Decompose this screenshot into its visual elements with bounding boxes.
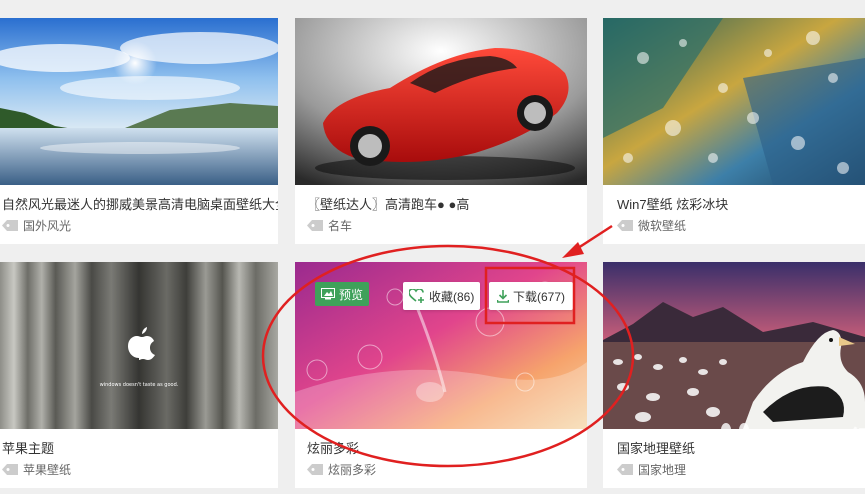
wallpaper-title[interactable]: Win7壁纸 炫彩冰块 <box>617 194 728 213</box>
wallpaper-tag[interactable]: 苹果壁纸 <box>2 461 71 478</box>
wallpaper-title[interactable]: 自然风光最迷人的挪威美景高清电脑桌面壁纸大全 <box>2 194 278 213</box>
wallpaper-tag-label: 国外风光 <box>23 219 72 233</box>
wallpaper-tag-label: 微软壁纸 <box>638 219 687 233</box>
wallpaper-thumbnail[interactable] <box>295 18 587 185</box>
wallpaper-tag-label: 苹果壁纸 <box>23 463 72 477</box>
tag-icon <box>617 464 633 475</box>
download-label: 下载(677) <box>513 289 566 304</box>
wallpaper-thumbnail[interactable] <box>0 18 278 185</box>
watermark-url: jingyan.baidu.com <box>774 458 865 472</box>
favorite-label: 收藏(86) <box>429 289 475 304</box>
paw-icon <box>715 423 756 461</box>
heart-plus-icon <box>409 289 424 303</box>
wallpaper-tag[interactable]: 微软壁纸 <box>617 217 686 234</box>
baidu-jingyan-watermark: Baidu 经验 jingyan.baidu.com <box>712 418 865 488</box>
wallpaper-tag[interactable]: 国家地理 <box>617 461 686 478</box>
wallpaper-thumbnail[interactable]: windows doesn't taste as good. <box>0 262 278 429</box>
wallpaper-tag[interactable]: 国外风光 <box>2 217 71 234</box>
wallpaper-thumbnail[interactable] <box>603 262 865 429</box>
preview-button[interactable]: 预览 <box>315 282 370 306</box>
wallpaper-thumbnail[interactable]: 预览 收藏(86) 下载(677) <box>295 262 587 429</box>
wallpaper-tag-label: 名车 <box>328 219 353 233</box>
thumbnail-caption: windows doesn't taste as good. <box>100 382 179 388</box>
wallpaper-card[interactable]: 预览 收藏(86) 下载(677) 炫丽多彩 炫丽多彩 <box>295 262 587 488</box>
wallpaper-card[interactable]: 〖壁纸达人〗高清跑车● ●高 名车 <box>295 18 587 244</box>
preview-label: 预览 <box>339 287 364 302</box>
monitor-icon <box>321 288 335 300</box>
annotation-arrowhead <box>562 242 584 258</box>
watermark-brand: Baidu 经验 <box>758 425 865 455</box>
tag-icon <box>307 464 323 475</box>
wallpaper-tag-label: 炫丽多彩 <box>328 463 377 477</box>
wallpaper-thumbnail[interactable] <box>603 18 865 185</box>
wallpaper-card[interactable]: 自然风光最迷人的挪威美景高清电脑桌面壁纸大全 国外风光 <box>0 18 278 244</box>
wallpaper-tag[interactable]: 名车 <box>307 217 352 234</box>
wallpaper-card[interactable]: Win7壁纸 炫彩冰块 微软壁纸 <box>603 18 865 244</box>
wallpaper-card[interactable]: windows doesn't taste as good. 苹果主题 苹果壁纸 <box>0 262 278 488</box>
tag-icon <box>2 220 18 231</box>
tag-icon <box>307 220 323 231</box>
wallpaper-title[interactable]: 苹果主题 <box>2 438 54 457</box>
tag-icon <box>617 220 633 231</box>
download-icon <box>497 289 509 303</box>
wallpaper-title[interactable]: 〖壁纸达人〗高清跑车● ●高 <box>307 194 469 213</box>
wallpaper-tag[interactable]: 炫丽多彩 <box>307 461 376 478</box>
favorite-button[interactable]: 收藏(86) <box>403 282 481 310</box>
tag-icon <box>2 464 18 475</box>
wallpaper-title[interactable]: 国家地理壁纸 <box>617 438 695 457</box>
download-button[interactable]: 下载(677) <box>489 282 574 310</box>
wallpaper-tag-label: 国家地理 <box>638 463 687 477</box>
wallpaper-title[interactable]: 炫丽多彩 <box>307 438 359 457</box>
